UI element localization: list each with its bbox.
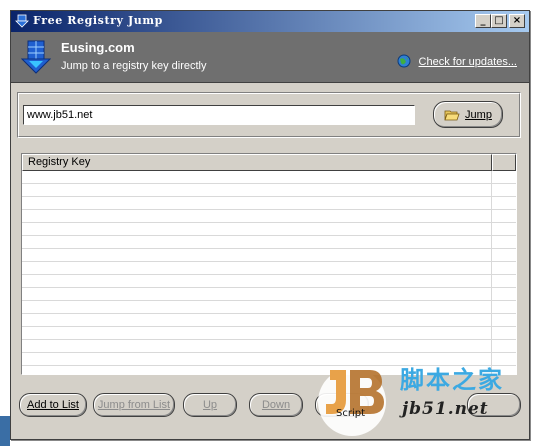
up-label: Up xyxy=(202,399,218,411)
add-to-list-label: Add to List xyxy=(27,399,79,411)
app-icon xyxy=(15,14,29,28)
down-label: Down xyxy=(261,399,291,411)
watermark-en-text: jb51.net xyxy=(402,399,489,419)
jump-button-label: Jump xyxy=(465,108,492,121)
registry-key-list[interactable]: Registry Key xyxy=(21,153,517,375)
jump-from-list-label: Jump from List xyxy=(97,399,171,411)
globe-icon xyxy=(397,54,411,68)
open-folder-icon xyxy=(444,110,460,120)
close-button[interactable]: × xyxy=(509,14,525,28)
check-updates-link[interactable]: Check for updates... xyxy=(419,56,517,68)
watermark-cn-text: 脚本之家 xyxy=(400,366,504,394)
column-header-empty[interactable] xyxy=(492,154,516,171)
jb-logo-icon xyxy=(318,368,386,436)
list-rows[interactable] xyxy=(22,171,516,374)
banner-subtitle: Jump to a registry key directly xyxy=(61,60,207,72)
up-button[interactable]: Up xyxy=(183,393,237,417)
minimize-button[interactable]: _ xyxy=(475,14,491,28)
download-arrow-logo-icon xyxy=(21,40,51,74)
jump-button[interactable]: Jump xyxy=(433,101,503,128)
maximize-button[interactable]: □ xyxy=(491,14,507,28)
jump-from-list-button[interactable]: Jump from List xyxy=(93,393,175,417)
registry-key-input[interactable] xyxy=(23,105,415,125)
window-title: Free Registry Jump xyxy=(33,14,163,27)
column-header-registry-key[interactable]: Registry Key xyxy=(22,154,492,171)
column-divider xyxy=(491,171,492,374)
down-button[interactable]: Down xyxy=(249,393,303,417)
watermark-script-text: Script xyxy=(336,408,366,419)
header-banner: Eusing.com Jump to a registry key direct… xyxy=(11,32,529,83)
company-name: Eusing.com xyxy=(61,40,135,55)
title-bar[interactable]: Free Registry Jump _ □ × xyxy=(11,11,529,32)
jb51-watermark: Script 脚本之家 jb51.net xyxy=(316,356,538,444)
add-to-list-button[interactable]: Add to List xyxy=(19,393,87,417)
desktop-edge xyxy=(0,416,10,446)
